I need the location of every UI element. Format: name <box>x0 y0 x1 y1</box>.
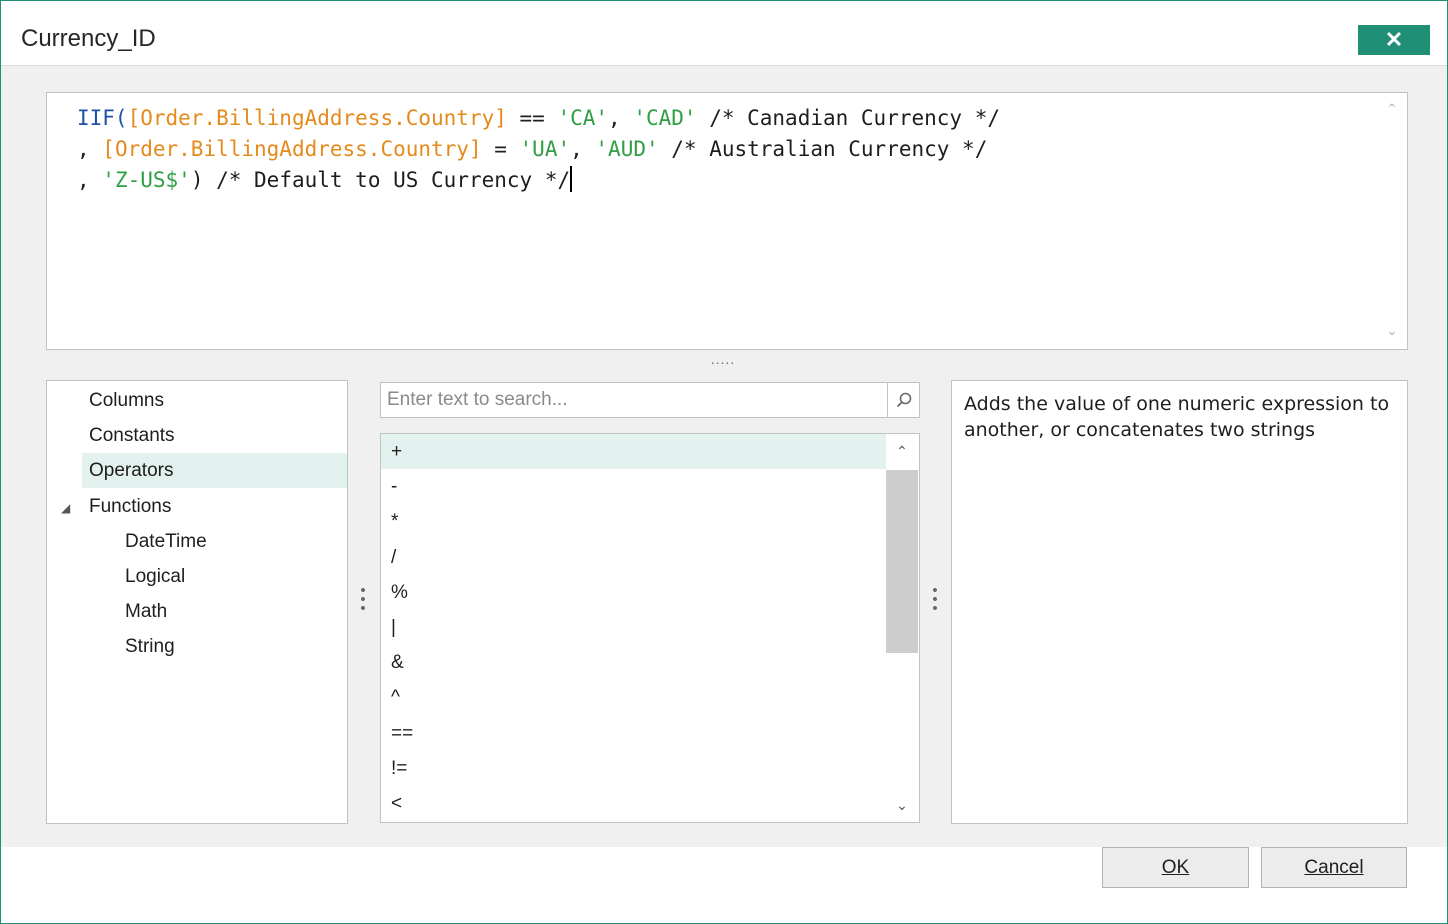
code-token: 'UA' <box>519 137 571 161</box>
dialog-footer: OK Cancel <box>1 847 1447 923</box>
code-token: , <box>570 137 596 161</box>
editor-scroll-down-icon[interactable]: ⌄ <box>1383 323 1401 338</box>
search-box <box>380 382 920 418</box>
operator-item[interactable]: % <box>381 575 886 610</box>
code-token: , <box>77 137 103 161</box>
operator-item[interactable]: | <box>381 610 886 645</box>
close-button[interactable]: ✕ <box>1358 25 1430 55</box>
operator-item[interactable]: & <box>381 645 886 680</box>
code-line[interactable]: , 'Z-US$') /* Default to US Currency */ <box>77 165 1000 196</box>
code-token: , <box>608 106 634 130</box>
category-item-datetime[interactable]: DateTime <box>118 524 347 559</box>
operator-item[interactable]: + <box>381 434 886 469</box>
code-token: IIF( <box>77 106 128 130</box>
category-tree: ◢ Columns Constants Operators Functions Date… <box>46 380 348 824</box>
description-panel: Adds the value of one numeric expression… <box>951 380 1408 824</box>
search-icon <box>896 392 912 408</box>
code-token: 'CAD' <box>633 106 697 130</box>
category-item-columns[interactable]: Columns <box>82 383 347 418</box>
category-item-logical[interactable]: Logical <box>118 559 347 594</box>
code-token: = <box>481 137 520 161</box>
code-token: == <box>506 106 558 130</box>
horizontal-splitter-handle[interactable]: ..... <box>701 352 745 366</box>
operator-item[interactable]: - <box>381 469 886 504</box>
category-item-constants[interactable]: Constants <box>82 418 347 453</box>
expression-editor[interactable]: IIF([Order.BillingAddress.Country] == 'C… <box>46 92 1408 350</box>
text-caret <box>570 166 573 192</box>
category-item-operators[interactable]: Operators <box>82 453 347 489</box>
code-token: 'AUD' <box>595 137 659 161</box>
operator-item[interactable]: ^ <box>381 680 886 715</box>
search-input[interactable] <box>385 385 887 415</box>
cancel-button-label: Cancel <box>1304 856 1364 878</box>
dialog-body: IIF([Order.BillingAddress.Country] == 'C… <box>1 65 1447 848</box>
operators-scrollbar[interactable]: ⌃ ⌄ <box>886 434 918 822</box>
dialog-title: Currency_ID <box>21 25 156 52</box>
expression-editor-dialog: Currency_ID ✕ IIF([Order.BillingAddress.… <box>0 0 1448 924</box>
code-line[interactable]: , [Order.BillingAddress.Country] = 'UA',… <box>77 134 1000 165</box>
category-item-math[interactable]: Math <box>118 594 347 629</box>
operator-item[interactable]: != <box>381 751 886 786</box>
code-line[interactable]: IIF([Order.BillingAddress.Country] == 'C… <box>77 103 1000 134</box>
chevron-up-icon[interactable]: ⌃ <box>886 436 918 466</box>
description-text: Adds the value of one numeric expression… <box>964 393 1390 441</box>
operator-item[interactable]: * <box>381 504 886 539</box>
splitter-dots-icon[interactable]: • • • <box>359 583 367 626</box>
operators-list: < != == ^ & |% / * - + ⌃ ⌄ <box>380 433 920 823</box>
ok-button-label: OK <box>1161 856 1190 878</box>
code-token: 'Z-US$' <box>102 168 191 192</box>
operator-item[interactable]: == <box>381 716 886 751</box>
code-token: /* Canadian Currency */ <box>696 106 1000 130</box>
splitter-dots-icon[interactable]: • • • <box>931 583 939 626</box>
code-token: ) /* Default to US Currency */ <box>190 168 571 192</box>
expand-arrow-icon[interactable]: ◢ <box>61 501 70 515</box>
title-bar: Currency_ID ✕ <box>1 1 1447 65</box>
search-button[interactable] <box>887 383 920 417</box>
category-item-functions[interactable]: Functions <box>82 489 347 524</box>
chevron-down-icon[interactable]: ⌄ <box>886 790 918 820</box>
cancel-button[interactable]: Cancel <box>1261 847 1407 888</box>
expression-code[interactable]: IIF([Order.BillingAddress.Country] == 'C… <box>77 103 1000 196</box>
code-token: , <box>77 168 103 192</box>
editor-scroll-up-icon[interactable]: ⌃ <box>1383 101 1401 116</box>
code-token: [Order.BillingAddress.Country] <box>102 137 482 161</box>
operator-item[interactable]: < <box>381 786 886 821</box>
category-item-string[interactable]: String <box>118 629 347 664</box>
scrollbar-thumb[interactable] <box>886 470 918 653</box>
ok-button[interactable]: OK <box>1102 847 1249 888</box>
operator-item[interactable]: / <box>381 540 886 575</box>
code-token: [Order.BillingAddress.Country] <box>127 106 507 130</box>
code-token: /* Australian Currency */ <box>658 137 988 161</box>
code-token: 'CA' <box>557 106 609 130</box>
